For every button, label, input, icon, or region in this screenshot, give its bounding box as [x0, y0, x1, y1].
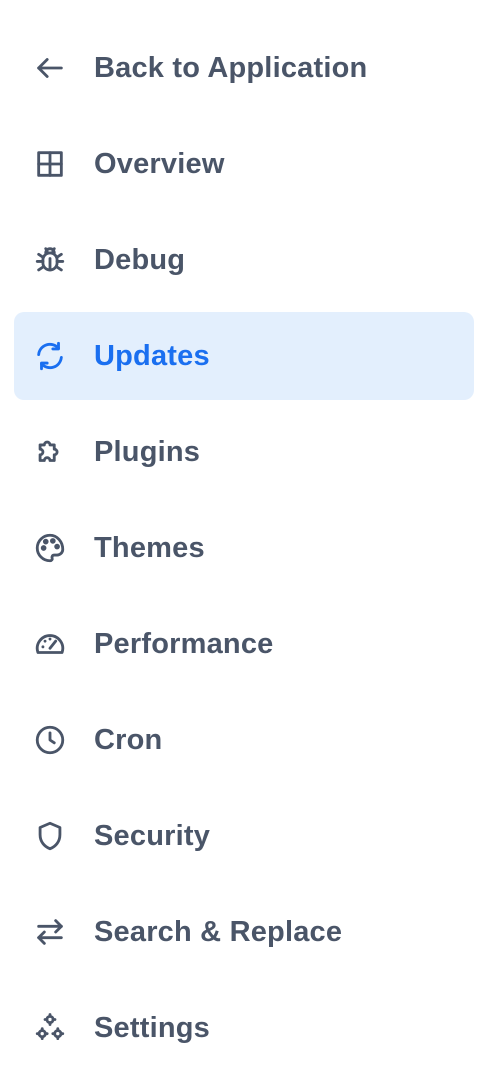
sidebar-item-label: Performance [94, 627, 274, 660]
sidebar-item-performance[interactable]: Performance [14, 600, 474, 688]
sidebar-item-label: Updates [94, 339, 210, 372]
puzzle-icon [32, 434, 68, 470]
sidebar-item-cron[interactable]: Cron [14, 696, 474, 784]
shield-icon [32, 818, 68, 854]
sidebar-item-label: Plugins [94, 435, 201, 468]
gears-icon [32, 1010, 68, 1046]
sidebar-nav: Back to Application Overview Debug Updat… [0, 0, 486, 1088]
sidebar-item-label: Cron [94, 723, 163, 756]
sidebar-item-label: Back to Application [94, 51, 368, 84]
sidebar-item-security[interactable]: Security [14, 792, 474, 880]
sidebar-item-label: Security [94, 819, 211, 852]
sidebar-item-settings[interactable]: Settings [14, 984, 474, 1072]
gauge-icon [32, 626, 68, 662]
sidebar-item-overview[interactable]: Overview [14, 120, 474, 208]
sidebar-item-search-replace[interactable]: Search & Replace [14, 888, 474, 976]
palette-icon [32, 530, 68, 566]
sidebar-item-label: Overview [94, 147, 225, 180]
sidebar-item-updates[interactable]: Updates [14, 312, 474, 400]
sidebar-item-themes[interactable]: Themes [14, 504, 474, 592]
sidebar-item-debug[interactable]: Debug [14, 216, 474, 304]
bug-icon [32, 242, 68, 278]
sidebar-item-plugins[interactable]: Plugins [14, 408, 474, 496]
sidebar-item-label: Settings [94, 1011, 210, 1044]
sidebar-item-label: Debug [94, 243, 186, 276]
grid-icon [32, 146, 68, 182]
sidebar-item-back-to-application[interactable]: Back to Application [14, 24, 474, 112]
refresh-icon [32, 338, 68, 374]
arrow-left-icon [32, 50, 68, 86]
sidebar-item-label: Themes [94, 531, 205, 564]
clock-icon [32, 722, 68, 758]
sidebar-item-label: Search & Replace [94, 915, 343, 948]
arrows-swap-icon [32, 914, 68, 950]
